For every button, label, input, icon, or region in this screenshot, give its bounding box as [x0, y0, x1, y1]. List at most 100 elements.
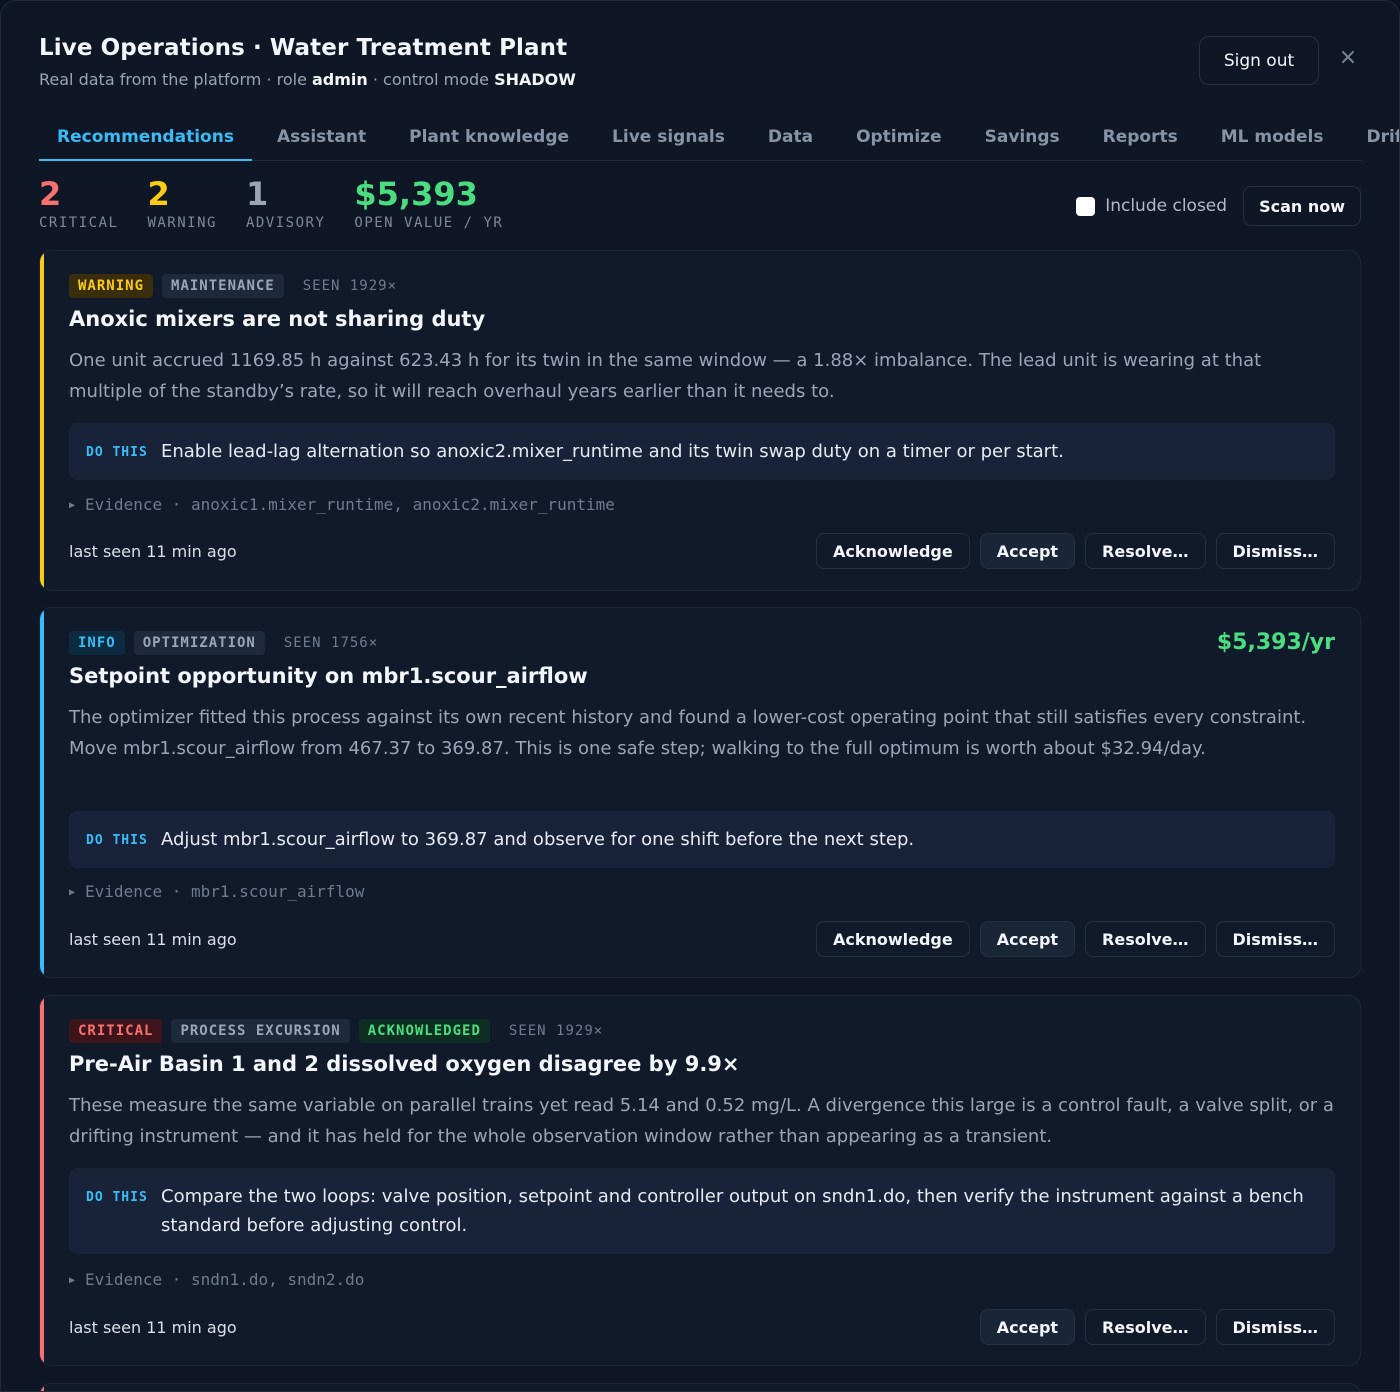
severity-badge: INFO [69, 631, 125, 655]
stat-open-value-label: OPEN VALUE / YR [354, 215, 504, 231]
accept-button[interactable]: Accept [979, 921, 1076, 957]
last-seen: last seen 11 min ago [69, 930, 237, 949]
include-closed-checkbox[interactable] [1076, 196, 1096, 216]
severity-badge: CRITICAL [69, 1019, 163, 1043]
tab-bar: Recommendations Assistant Plant knowledg… [39, 115, 1399, 161]
stat-open-value-amount: $5,393 [354, 175, 478, 213]
severity-accent-bar [40, 996, 44, 1365]
seen-count: SEEN 1929× [508, 1023, 604, 1039]
seen-count: SEEN 1929× [302, 278, 398, 294]
tab-ml-models[interactable]: ML models [1203, 115, 1342, 161]
tab-plant-knowledge[interactable]: Plant knowledge [391, 115, 587, 161]
evidence-signals: sndn1.do, sndn2.do [191, 1270, 365, 1289]
page-subtitle: Real data from the platform · role admin… [39, 70, 1361, 89]
include-closed-label[interactable]: Include closed [1105, 196, 1227, 216]
severity-badge: WARNING [69, 274, 154, 298]
evidence-label: Evidence [85, 1270, 163, 1289]
last-seen: last seen 11 min ago [69, 1318, 237, 1337]
card-title: Pre-Air Basin 1 and 2 dissolved oxygen d… [69, 1052, 740, 1076]
card-actions: Accept Resolve… Dismiss… [970, 1309, 1335, 1345]
tab-optimize[interactable]: Optimize [838, 115, 960, 161]
modal-header: Live Operations · Water Treatment Plant … [39, 35, 1361, 105]
do-this-label: DO THIS [86, 1190, 148, 1205]
stat-advisory: 1 ADVISORY [246, 177, 325, 233]
evidence-signals: mbr1.scour_airflow [191, 882, 365, 901]
dismiss-button[interactable]: Dismiss… [1215, 1309, 1335, 1345]
resolve-button[interactable]: Resolve… [1085, 921, 1206, 957]
last-seen: last seen 11 min ago [69, 542, 237, 561]
card-actions: Acknowledge Accept Resolve… Dismiss… [806, 921, 1335, 957]
sign-out-button[interactable]: Sign out [1199, 36, 1319, 85]
do-this-box: DO THIS Enable lead-lag alternation so a… [69, 423, 1335, 480]
evidence-separator: · [171, 1270, 182, 1289]
severity-accent-bar [40, 608, 44, 977]
dismiss-button[interactable]: Dismiss… [1215, 533, 1335, 569]
evidence-label: Evidence [85, 495, 163, 514]
evidence-toggle[interactable]: ▶ Evidence · anoxic1.mixer_runtime, anoxi… [69, 495, 615, 514]
accept-button[interactable]: Accept [979, 533, 1076, 569]
card-actions: Acknowledge Accept Resolve… Dismiss… [806, 533, 1335, 569]
do-this-text: Adjust mbr1.scour_airflow to 369.87 and … [161, 829, 915, 850]
evidence-toggle[interactable]: ▶ Evidence · mbr1.scour_airflow [69, 882, 364, 901]
stat-warning-value: 2 [147, 175, 170, 213]
resolve-button[interactable]: Resolve… [1085, 533, 1206, 569]
resolve-button[interactable]: Resolve… [1085, 1309, 1206, 1345]
acknowledge-button[interactable]: Acknowledge [815, 921, 970, 957]
close-icon[interactable]: × [1337, 47, 1359, 69]
evidence-signals: anoxic1.mixer_runtime, anoxic2.mixer_run… [191, 495, 615, 514]
card-title: Anoxic mixers are not sharing duty [69, 307, 486, 331]
category-badge: MAINTENANCE [162, 274, 284, 298]
recommendation-card: CRITICAL PROCESS EXCURSION ACKNOWLEDGED … [39, 995, 1361, 1366]
evidence-separator: · [171, 882, 182, 901]
do-this-label: DO THIS [86, 833, 148, 848]
card-badges: WARNING MAINTENANCE SEEN 1929× [69, 274, 415, 298]
dismiss-button[interactable]: Dismiss… [1215, 921, 1335, 957]
live-operations-modal: Live Operations · Water Treatment Plant … [0, 0, 1400, 1392]
tab-assistant[interactable]: Assistant [259, 115, 384, 161]
card-description: One unit accrued 1169.85 h against 623.4… [69, 350, 1262, 402]
stat-critical-label: CRITICAL [39, 215, 119, 231]
scan-now-button[interactable]: Scan now [1243, 186, 1361, 226]
do-this-box: DO THIS Adjust mbr1.scour_airflow to 369… [69, 811, 1335, 868]
do-this-label: DO THIS [86, 445, 148, 460]
recommendation-card: WARNING MAINTENANCE SEEN 1929× Anoxic mi… [39, 250, 1361, 591]
recommendation-card: INFO OPTIMIZATION SEEN 1756× $5,393/yr S… [39, 607, 1361, 978]
stat-warning-label: WARNING [147, 215, 217, 231]
card-title: Setpoint opportunity on mbr1.scour_airfl… [69, 664, 588, 688]
stat-critical-value: 2 [39, 175, 62, 213]
severity-accent-bar [40, 1384, 44, 1391]
card-description: The optimizer fitted this process agains… [69, 707, 1307, 759]
evidence-toggle[interactable]: ▶ Evidence · sndn1.do, sndn2.do [69, 1270, 364, 1289]
do-this-box: DO THIS Compare the two loops: valve pos… [69, 1168, 1335, 1254]
tab-data[interactable]: Data [750, 115, 831, 161]
list-controls: Include closed Scan now [1076, 186, 1361, 226]
annual-value: $5,393/yr [1216, 630, 1335, 655]
evidence-separator: · [171, 495, 182, 514]
tab-reports[interactable]: Reports [1085, 115, 1196, 161]
summary-stats: 2 CRITICAL 2 WARNING 1 ADVISORY $5,393 O… [39, 177, 532, 233]
subtitle-prefix: Real data from the platform · role [39, 70, 312, 89]
acknowledge-button[interactable]: Acknowledge [815, 533, 970, 569]
evidence-label: Evidence [85, 882, 163, 901]
card-badges: INFO OPTIMIZATION SEEN 1756× [69, 631, 396, 655]
category-badge: OPTIMIZATION [133, 631, 265, 655]
do-this-text: Compare the two loops: valve position, s… [161, 1186, 1304, 1236]
tab-savings[interactable]: Savings [967, 115, 1078, 161]
expand-triangle-icon: ▶ [69, 500, 76, 511]
page-title: Live Operations · Water Treatment Plant [39, 35, 568, 61]
seen-count: SEEN 1756× [283, 635, 379, 651]
tab-recommendations[interactable]: Recommendations [39, 115, 252, 161]
expand-triangle-icon: ▶ [69, 1275, 76, 1286]
accept-button[interactable]: Accept [979, 1309, 1076, 1345]
tab-drift[interactable]: Drift [1348, 115, 1399, 161]
stat-warning: 2 WARNING [147, 177, 217, 233]
card-badges: CRITICAL PROCESS EXCURSION ACKNOWLEDGED … [69, 1019, 621, 1043]
stat-advisory-label: ADVISORY [245, 215, 326, 231]
stat-advisory-value: 1 [245, 175, 269, 213]
tab-live-signals[interactable]: Live signals [594, 115, 743, 161]
category-badge: PROCESS EXCURSION [171, 1019, 350, 1043]
subtitle-mid: · control mode [367, 70, 495, 89]
recommendation-card-partial [39, 1383, 1361, 1391]
expand-triangle-icon: ▶ [69, 887, 76, 898]
control-mode-value: SHADOW [494, 70, 576, 89]
